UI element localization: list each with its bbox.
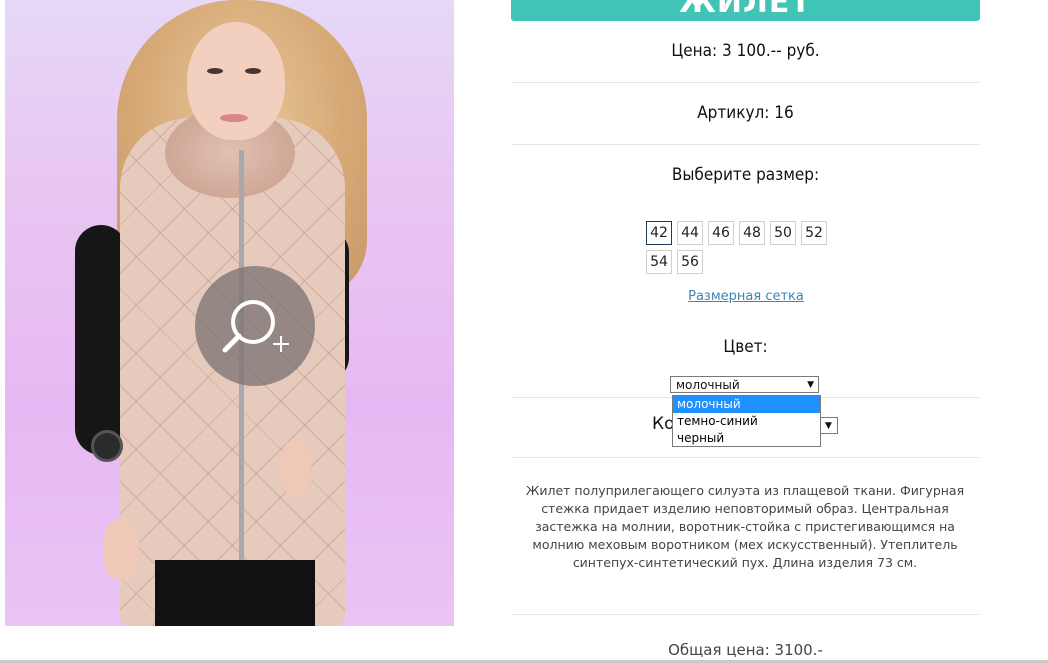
product-title-bar: ЖИЛЕТ <box>511 0 980 21</box>
color-option-navy[interactable]: темно-синий <box>673 413 820 430</box>
photo-hand <box>281 440 311 496</box>
total-price: Общая цена: 3100.- <box>668 641 823 659</box>
caret-down-icon: ▼ <box>825 421 832 431</box>
divider <box>511 144 980 145</box>
photo-hand <box>103 520 139 580</box>
product-title: ЖИЛЕТ <box>679 0 812 20</box>
size-option-50[interactable]: 50 <box>770 221 796 245</box>
photo-watch <box>91 430 123 462</box>
photo-legs <box>155 560 315 626</box>
divider <box>511 614 980 615</box>
quantity-select[interactable]: ▼ <box>820 417 838 434</box>
product-description: Жилет полуприлегающего силуэта из плащев… <box>525 483 965 570</box>
color-dropdown-list: молочный темно-синий черный <box>672 395 821 447</box>
choose-size-label: Выберите размер: <box>671 165 820 185</box>
color-label: Цвет: <box>723 337 768 357</box>
size-option-52[interactable]: 52 <box>801 221 827 245</box>
size-option-44[interactable]: 44 <box>677 221 703 245</box>
photo-lips <box>220 114 248 122</box>
photo-zipper <box>239 150 244 626</box>
photo-face <box>187 22 285 140</box>
color-option-black[interactable]: черный <box>673 430 820 447</box>
color-option-milky[interactable]: молочный <box>673 396 820 413</box>
price-label: Цена: 3 100.-- руб. <box>671 41 820 61</box>
size-option-42[interactable]: 42 <box>646 221 672 245</box>
article-label: Артикул: 16 <box>697 103 794 123</box>
color-select[interactable]: молочный ▼ <box>670 376 819 393</box>
size-option-46[interactable]: 46 <box>708 221 734 245</box>
photo-eye <box>207 68 223 74</box>
size-option-48[interactable]: 48 <box>739 221 765 245</box>
caret-down-icon: ▼ <box>807 380 814 390</box>
zoom-button[interactable] <box>195 266 315 386</box>
divider <box>511 82 980 83</box>
zoom-in-icon <box>222 300 289 353</box>
size-option-56[interactable]: 56 <box>677 250 703 274</box>
color-select-value: молочный <box>676 378 740 392</box>
divider <box>511 457 980 458</box>
size-chart-link[interactable]: Размерная сетка <box>680 289 812 304</box>
photo-eye <box>245 68 261 74</box>
size-option-54[interactable]: 54 <box>646 250 672 274</box>
